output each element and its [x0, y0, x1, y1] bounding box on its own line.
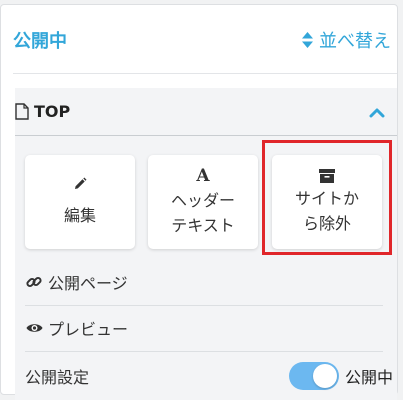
font-letter-icon: A [196, 165, 210, 186]
pencil-icon [73, 177, 87, 191]
publish-toggle[interactable] [288, 362, 339, 390]
exclude-label-line2: ら除外 [302, 213, 351, 233]
page-name: TOP [34, 102, 71, 121]
exclude-label-line1: サイトか [294, 188, 359, 208]
public-page-link[interactable]: 公開ページ [25, 260, 383, 304]
link-icon [25, 274, 43, 290]
edit-button[interactable]: 編集 [25, 155, 135, 249]
header-divider [13, 73, 397, 74]
publish-toggle-label: 公開中 [344, 368, 393, 387]
sort-label: 並べ替え [319, 31, 391, 52]
toggle-knob [312, 364, 337, 388]
preview-label: プレビュー [48, 320, 129, 339]
status-title: 公開中 [13, 31, 67, 52]
row-divider [25, 351, 383, 352]
publish-settings-label: 公開設定 [25, 368, 90, 387]
page-panel: 公開中 並べ替え TOP 編集 A ヘッダー テキスト サイトか ら除外 公開ペ… [0, 4, 398, 400]
eye-icon [25, 322, 43, 334]
page-actions-area: 編集 A ヘッダー テキスト サイトか ら除外 公開ページ プレビュー 公開設定… [15, 136, 397, 400]
chevron-up-icon[interactable] [369, 103, 385, 122]
exclude-from-site-button[interactable]: サイトか ら除外 [272, 155, 382, 249]
edit-label: 編集 [63, 205, 96, 225]
publish-settings-row: 公開設定 公開中 [25, 354, 393, 398]
archive-icon [319, 168, 335, 183]
header-text-label-line1: ヘッダー [170, 190, 235, 210]
page-row[interactable]: TOP [15, 88, 397, 136]
sort-button[interactable]: 並べ替え [302, 27, 391, 53]
public-page-label: 公開ページ [48, 274, 128, 293]
sort-icon [302, 32, 313, 48]
header-text-button[interactable]: A ヘッダー テキスト [148, 155, 258, 249]
preview-link[interactable]: プレビュー [25, 306, 383, 350]
header-text-label-line2: テキスト [171, 215, 235, 235]
document-icon [15, 103, 29, 120]
